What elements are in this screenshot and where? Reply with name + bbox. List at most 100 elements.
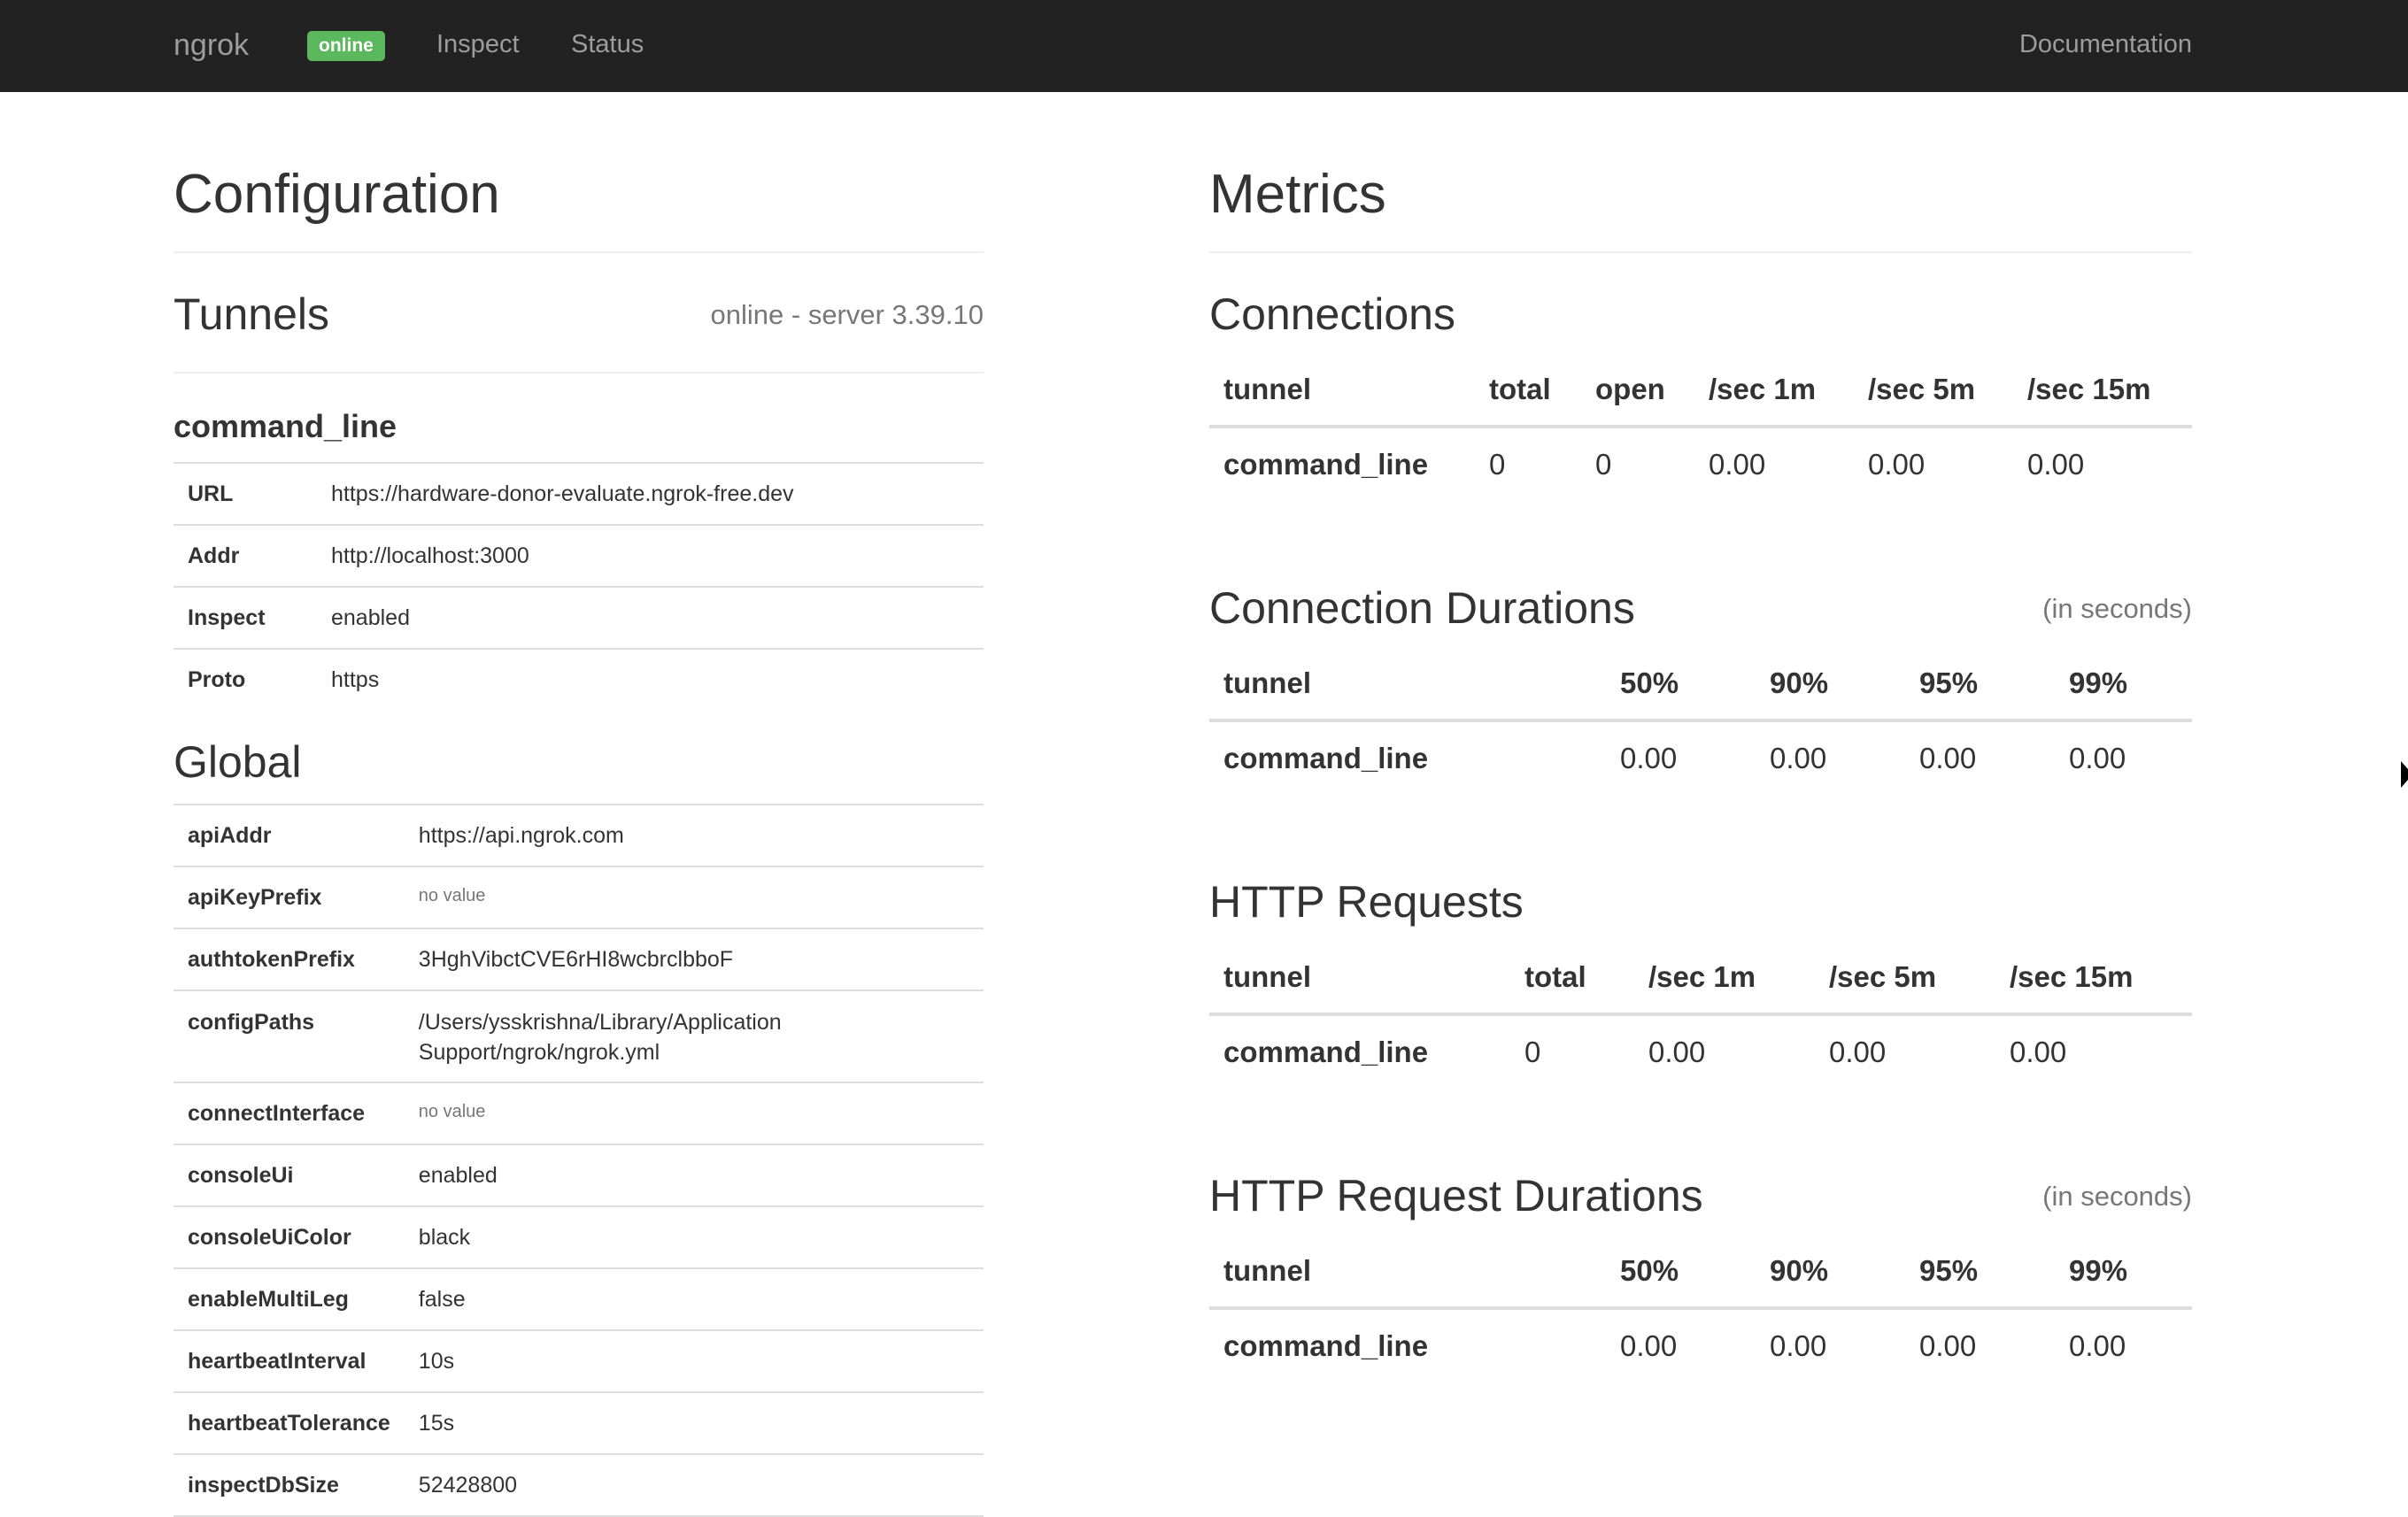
connections-table: tunnel total open /sec 1m /sec 5m /sec 1… <box>1209 354 2192 501</box>
row-key: URL <box>174 462 317 525</box>
col-header: /sec 15m <box>1995 942 2192 1016</box>
table-row: authtokenPrefix 3HghVibctCVE6rHI8wcbrclb… <box>174 928 984 990</box>
global-title: Global <box>174 737 302 787</box>
table-row: apiAddr https://api.ngrok.com <box>174 804 984 866</box>
col-header: open <box>1581 354 1694 428</box>
nav-inspect-link[interactable]: Inspect <box>436 27 520 62</box>
mouse-cursor-icon <box>2401 761 2408 788</box>
col-header: /sec 1m <box>1694 354 1854 428</box>
row-key: authtokenPrefix <box>174 928 405 990</box>
connection-durations-title: Connection Durations <box>1209 583 1635 633</box>
cell: 0.00 <box>1620 1329 1678 1362</box>
tunnel-name: command_line <box>174 408 397 444</box>
col-header: tunnel <box>1209 942 1510 1016</box>
table-header-row: tunnel total open /sec 1m /sec 5m /sec 1… <box>1209 354 2192 428</box>
col-header: tunnel <box>1209 354 1475 428</box>
table-row: command_line 0 0 0.00 0.00 0.00 <box>1209 427 2192 501</box>
cell: 0.00 <box>1648 1036 1706 1068</box>
cell: 0 <box>1489 448 1506 481</box>
table-row: configPaths /Users/ysskrishna/Library/Ap… <box>174 990 984 1082</box>
table-row: heartbeatInterval 10s <box>174 1329 984 1392</box>
col-header: /sec 5m <box>1815 942 1995 1016</box>
table-row: command_line 0.00 0.00 0.00 0.00 <box>1209 720 2192 795</box>
row-value: false <box>404 1267 984 1330</box>
col-header: 90% <box>1756 648 1905 722</box>
table-row: command_line 0 0.00 0.00 0.00 <box>1209 1014 2192 1089</box>
configuration-title: Configuration <box>174 164 500 225</box>
tunnels-title: Tunnels <box>174 289 330 339</box>
metrics-title: Metrics <box>1209 164 1386 225</box>
col-header: /sec 15m <box>2013 354 2192 428</box>
http-requests-title: HTTP Requests <box>1209 877 1524 927</box>
col-header: 95% <box>1905 1236 2055 1310</box>
tunnels-status: online - server 3.39.10 <box>710 299 984 330</box>
cell: 0.00 <box>2069 1329 2126 1362</box>
nav-documentation-link[interactable]: Documentation <box>2019 27 2192 62</box>
row-value: https <box>317 648 984 710</box>
nav-status-link[interactable]: Status <box>571 27 644 62</box>
table-header-row: tunnel total /sec 1m /sec 5m /sec 15m <box>1209 942 2192 1016</box>
table-row: URL https://hardware-donor-evaluate.ngro… <box>174 462 984 525</box>
row-key: heartbeatTolerance <box>174 1391 405 1454</box>
tunnel-url-value[interactable]: https://hardware-donor-evaluate.ngrok-fr… <box>317 462 984 525</box>
brand-link[interactable]: ngrok <box>174 25 249 65</box>
cell: 0.00 <box>1829 1036 1887 1068</box>
row-key: connectInterface <box>174 1082 405 1144</box>
col-header: 99% <box>2055 648 2192 722</box>
http-request-durations-title: HTTP Request Durations <box>1209 1171 1703 1221</box>
row-key: consoleUi <box>174 1144 405 1206</box>
table-row: consoleUiColor black <box>174 1205 984 1268</box>
table-row: enableMultiLeg false <box>174 1267 984 1330</box>
row-key: Proto <box>174 648 317 710</box>
col-header: /sec 5m <box>1854 354 2013 428</box>
tunnel-table: URL https://hardware-donor-evaluate.ngro… <box>174 462 984 710</box>
divider <box>174 372 984 373</box>
http-request-durations-table: tunnel 50% 90% 95% 99% command_line 0.00… <box>1209 1236 2192 1382</box>
row-value: http://localhost:3000 <box>317 524 984 587</box>
row-key: consoleUiColor <box>174 1205 405 1268</box>
col-header: 50% <box>1606 1236 1756 1310</box>
cell: command_line <box>1223 1036 1429 1068</box>
table-row: heartbeatTolerance 15s <box>174 1391 984 1454</box>
http-requests-table: tunnel total /sec 1m /sec 5m /sec 15m co… <box>1209 942 2192 1089</box>
http-request-durations-note: (in seconds) <box>2042 1181 2192 1212</box>
row-value: enabled <box>404 1144 984 1206</box>
cell: 0 <box>1524 1036 1541 1068</box>
row-key: Inspect <box>174 586 317 649</box>
table-row: connectInterface no value <box>174 1082 984 1144</box>
divider <box>174 251 984 253</box>
navbar: ngrok online Inspect Status Documentatio… <box>0 0 2408 92</box>
cell: 0.00 <box>1919 1329 1977 1362</box>
row-value: enabled <box>317 586 984 649</box>
row-value: 10s <box>404 1329 984 1392</box>
col-header: total <box>1510 942 1634 1016</box>
cell: 0.00 <box>2027 448 2085 481</box>
row-value: black <box>404 1205 984 1268</box>
row-key: enableMultiLeg <box>174 1267 405 1330</box>
cell: command_line <box>1223 742 1429 774</box>
col-header: 90% <box>1756 1236 1905 1310</box>
row-key: Addr <box>174 524 317 587</box>
row-key: heartbeatInterval <box>174 1329 405 1392</box>
row-key: apiAddr <box>174 804 405 866</box>
table-row: inspectDbSize 52428800 <box>174 1453 984 1517</box>
cell: 0.00 <box>1919 742 1977 774</box>
col-header: 99% <box>2055 1236 2192 1310</box>
connection-durations-note: (in seconds) <box>2042 593 2192 624</box>
col-header: tunnel <box>1209 648 1606 722</box>
table-header-row: tunnel 50% 90% 95% 99% <box>1209 1236 2192 1310</box>
status-badge: online <box>307 31 385 61</box>
row-value: 15s <box>404 1391 984 1454</box>
table-row: consoleUi enabled <box>174 1144 984 1206</box>
config-path-line-2: Support/ngrok/ngrok.yml <box>418 1040 660 1065</box>
cell: 0.00 <box>1709 448 1766 481</box>
col-header: tunnel <box>1209 1236 1606 1310</box>
row-value: https://api.ngrok.com <box>404 804 984 866</box>
config-path-line-1: /Users/ysskrishna/Library/Application <box>418 1010 782 1035</box>
divider <box>1209 251 2192 253</box>
cell: 0.00 <box>2069 742 2126 774</box>
cell: 0.00 <box>1770 1329 1827 1362</box>
global-table: apiAddr https://api.ngrok.com apiKeyPref… <box>174 804 984 1517</box>
row-key: apiKeyPrefix <box>174 866 405 928</box>
table-header-row: tunnel 50% 90% 95% 99% <box>1209 648 2192 722</box>
